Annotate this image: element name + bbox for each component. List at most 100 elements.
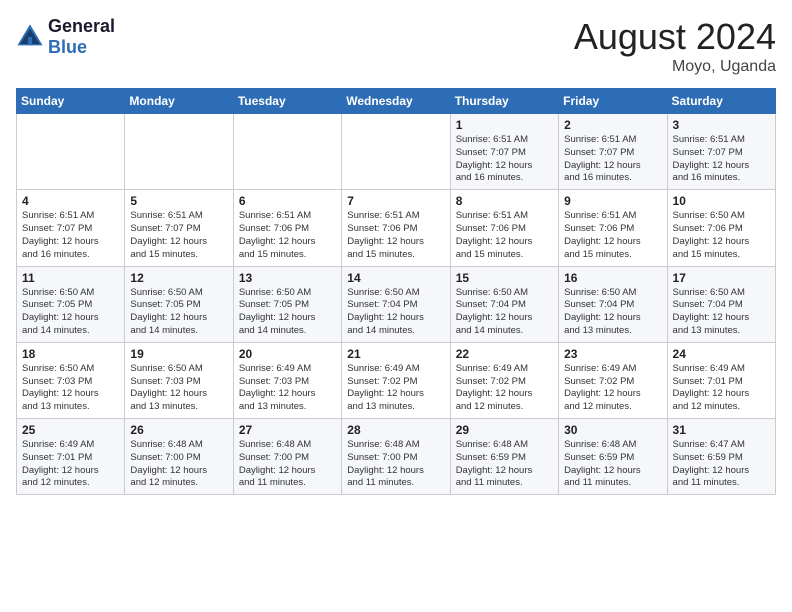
- calendar-cell: 20Sunrise: 6:49 AM Sunset: 7:03 PM Dayli…: [233, 342, 341, 418]
- week-row-3: 11 Sunrise: 6:50 AM Sunset: 7:05 PM Dayli…: [17, 266, 776, 342]
- day-info: Sunrise: 6:49 AM Sunset: 7:01 PM Dayligh…: [673, 363, 770, 414]
- weekday-header-row: SundayMondayTuesdayWednesdayThursdayFrid…: [17, 89, 776, 114]
- day-number: 28: [347, 423, 444, 437]
- day-info: Sunrise: 6:49 AM Sunset: 7:01 PM Dayligh…: [22, 439, 119, 490]
- logo-text-general: General: [48, 16, 115, 37]
- weekday-header-thursday: Thursday: [450, 89, 558, 114]
- calendar-cell: 8 Sunrise: 6:51 AM Sunset: 7:06 PM Daylig…: [450, 190, 558, 266]
- day-info: Sunrise: 6:51 AM Sunset: 7:07 PM Dayligh…: [130, 210, 227, 261]
- day-number: 12: [130, 271, 227, 285]
- day-info: Sunrise: 6:51 AM Sunset: 7:07 PM Dayligh…: [673, 134, 770, 185]
- day-info: Sunrise: 6:50 AM Sunset: 7:03 PM Dayligh…: [130, 363, 227, 414]
- day-info: Sunrise: 6:51 AM Sunset: 7:07 PM Dayligh…: [564, 134, 661, 185]
- calendar-cell: 26Sunrise: 6:48 AM Sunset: 7:00 PM Dayli…: [125, 419, 233, 495]
- day-number: 29: [456, 423, 553, 437]
- day-info: Sunrise: 6:50 AM Sunset: 7:04 PM Dayligh…: [456, 287, 553, 338]
- day-info: Sunrise: 6:49 AM Sunset: 7:02 PM Dayligh…: [347, 363, 444, 414]
- day-number: 3: [673, 118, 770, 132]
- day-info: Sunrise: 6:50 AM Sunset: 7:03 PM Dayligh…: [22, 363, 119, 414]
- calendar-cell: 22 Sunrise: 6:49 AM Sunset: 7:02 PM Dayli…: [450, 342, 558, 418]
- day-info: Sunrise: 6:51 AM Sunset: 7:07 PM Dayligh…: [22, 210, 119, 261]
- day-info: Sunrise: 6:50 AM Sunset: 7:04 PM Dayligh…: [564, 287, 661, 338]
- month-year-title: August 2024: [574, 16, 776, 58]
- week-row-4: 18 Sunrise: 6:50 AM Sunset: 7:03 PM Dayli…: [17, 342, 776, 418]
- logo: General Blue: [16, 16, 115, 58]
- day-number: 8: [456, 194, 553, 208]
- day-number: 30: [564, 423, 661, 437]
- day-number: 17: [673, 271, 770, 285]
- calendar-cell: 1Sunrise: 6:51 AM Sunset: 7:07 PM Daylig…: [450, 114, 558, 190]
- day-number: 20: [239, 347, 336, 361]
- day-number: 15: [456, 271, 553, 285]
- day-number: 25: [22, 423, 119, 437]
- calendar-cell: 6 Sunrise: 6:51 AM Sunset: 7:06 PM Daylig…: [233, 190, 341, 266]
- day-info: Sunrise: 6:50 AM Sunset: 7:05 PM Dayligh…: [239, 287, 336, 338]
- calendar-cell: [233, 114, 341, 190]
- day-number: 21: [347, 347, 444, 361]
- day-number: 27: [239, 423, 336, 437]
- day-number: 6: [239, 194, 336, 208]
- day-number: 23: [564, 347, 661, 361]
- day-info: Sunrise: 6:50 AM Sunset: 7:04 PM Dayligh…: [347, 287, 444, 338]
- calendar-cell: 16Sunrise: 6:50 AM Sunset: 7:04 PM Dayli…: [559, 266, 667, 342]
- weekday-header-tuesday: Tuesday: [233, 89, 341, 114]
- location-subtitle: Moyo, Uganda: [574, 58, 776, 76]
- calendar-cell: 9Sunrise: 6:51 AM Sunset: 7:06 PM Daylig…: [559, 190, 667, 266]
- calendar-cell: 23 Sunrise: 6:49 AM Sunset: 7:02 PM Dayli…: [559, 342, 667, 418]
- calendar-cell: 28 Sunrise: 6:48 AM Sunset: 7:00 PM Dayli…: [342, 419, 450, 495]
- week-row-1: 1 Sunrise: 6:51 AM Sunset: 7:07 PM Daylig…: [17, 114, 776, 190]
- day-number: 31: [673, 423, 770, 437]
- calendar-cell: 13 Sunrise: 6:50 AM Sunset: 7:05 PM Dayli…: [233, 266, 341, 342]
- day-info: Sunrise: 6:48 AM Sunset: 6:59 PM Dayligh…: [564, 439, 661, 490]
- day-info: Sunrise: 6:48 AM Sunset: 7:00 PM Dayligh…: [347, 439, 444, 490]
- weekday-header-sunday: Sunday: [17, 89, 125, 114]
- logo-text-blue: Blue: [48, 37, 87, 57]
- calendar-cell: 19 Sunrise: 6:50 AM Sunset: 7:03 PM Dayli…: [125, 342, 233, 418]
- calendar-cell: 5 Sunrise: 6:51 AM Sunset: 7:07 PM Daylig…: [125, 190, 233, 266]
- calendar-cell: 17 Sunrise: 6:50 AM Sunset: 7:04 PM Dayli…: [667, 266, 775, 342]
- calendar-cell: 27 Sunrise: 6:48 AM Sunset: 7:00 PM Dayli…: [233, 419, 341, 495]
- week-row-5: 25 Sunrise: 6:49 AM Sunset: 7:01 PM Dayli…: [17, 419, 776, 495]
- day-number: 22: [456, 347, 553, 361]
- calendar-cell: 31 Sunrise: 6:47 AM Sunset: 6:59 PM Dayli…: [667, 419, 775, 495]
- week-row-2: 4 Sunrise: 6:51 AM Sunset: 7:07 PM Daylig…: [17, 190, 776, 266]
- calendar-cell: 18 Sunrise: 6:50 AM Sunset: 7:03 PM Dayli…: [17, 342, 125, 418]
- day-number: 18: [22, 347, 119, 361]
- page-header: General Blue August 2024 Moyo, Uganda: [16, 16, 776, 76]
- calendar-cell: 24 Sunrise: 6:49 AM Sunset: 7:01 PM Dayli…: [667, 342, 775, 418]
- calendar-cell: 3 Sunrise: 6:51 AM Sunset: 7:07 PM Daylig…: [667, 114, 775, 190]
- calendar-cell: 21 Sunrise: 6:49 AM Sunset: 7:02 PM Dayli…: [342, 342, 450, 418]
- day-number: 24: [673, 347, 770, 361]
- calendar-table: SundayMondayTuesdayWednesdayThursdayFrid…: [16, 88, 776, 495]
- calendar-cell: 2 Sunrise: 6:51 AM Sunset: 7:07 PM Daylig…: [559, 114, 667, 190]
- day-info: Sunrise: 6:50 AM Sunset: 7:05 PM Dayligh…: [130, 287, 227, 338]
- day-info: Sunrise: 6:47 AM Sunset: 6:59 PM Dayligh…: [673, 439, 770, 490]
- day-number: 7: [347, 194, 444, 208]
- day-info: Sunrise: 6:50 AM Sunset: 7:06 PM Dayligh…: [673, 210, 770, 261]
- day-info: Sunrise: 6:49 AM Sunset: 7:02 PM Dayligh…: [456, 363, 553, 414]
- day-info: Sunrise: 6:49 AM Sunset: 7:02 PM Dayligh…: [564, 363, 661, 414]
- day-number: 10: [673, 194, 770, 208]
- day-number: 4: [22, 194, 119, 208]
- calendar-cell: 12 Sunrise: 6:50 AM Sunset: 7:05 PM Dayli…: [125, 266, 233, 342]
- day-info: Sunrise: 6:51 AM Sunset: 7:06 PM Dayligh…: [456, 210, 553, 261]
- day-info: Sunrise: 6:50 AM Sunset: 7:04 PM Dayligh…: [673, 287, 770, 338]
- day-number: 26: [130, 423, 227, 437]
- calendar-cell: 11Sunrise: 6:50 AM Sunset: 7:05 PM Dayli…: [17, 266, 125, 342]
- day-number: 13: [239, 271, 336, 285]
- calendar-cell: 30 Sunrise: 6:48 AM Sunset: 6:59 PM Dayli…: [559, 419, 667, 495]
- weekday-header-saturday: Saturday: [667, 89, 775, 114]
- calendar-cell: 10 Sunrise: 6:50 AM Sunset: 7:06 PM Dayli…: [667, 190, 775, 266]
- day-info: Sunrise: 6:51 AM Sunset: 7:06 PM Dayligh…: [239, 210, 336, 261]
- calendar-cell: 4 Sunrise: 6:51 AM Sunset: 7:07 PM Daylig…: [17, 190, 125, 266]
- day-number: 19: [130, 347, 227, 361]
- calendar-cell: [17, 114, 125, 190]
- calendar-cell: 25 Sunrise: 6:49 AM Sunset: 7:01 PM Dayli…: [17, 419, 125, 495]
- day-info: Sunrise: 6:51 AM Sunset: 7:06 PM Dayligh…: [347, 210, 444, 261]
- day-number: 1: [456, 118, 553, 132]
- day-number: 11: [22, 271, 119, 285]
- calendar-cell: 14Sunrise: 6:50 AM Sunset: 7:04 PM Dayli…: [342, 266, 450, 342]
- day-number: 2: [564, 118, 661, 132]
- day-info: Sunrise: 6:48 AM Sunset: 7:00 PM Dayligh…: [239, 439, 336, 490]
- day-number: 5: [130, 194, 227, 208]
